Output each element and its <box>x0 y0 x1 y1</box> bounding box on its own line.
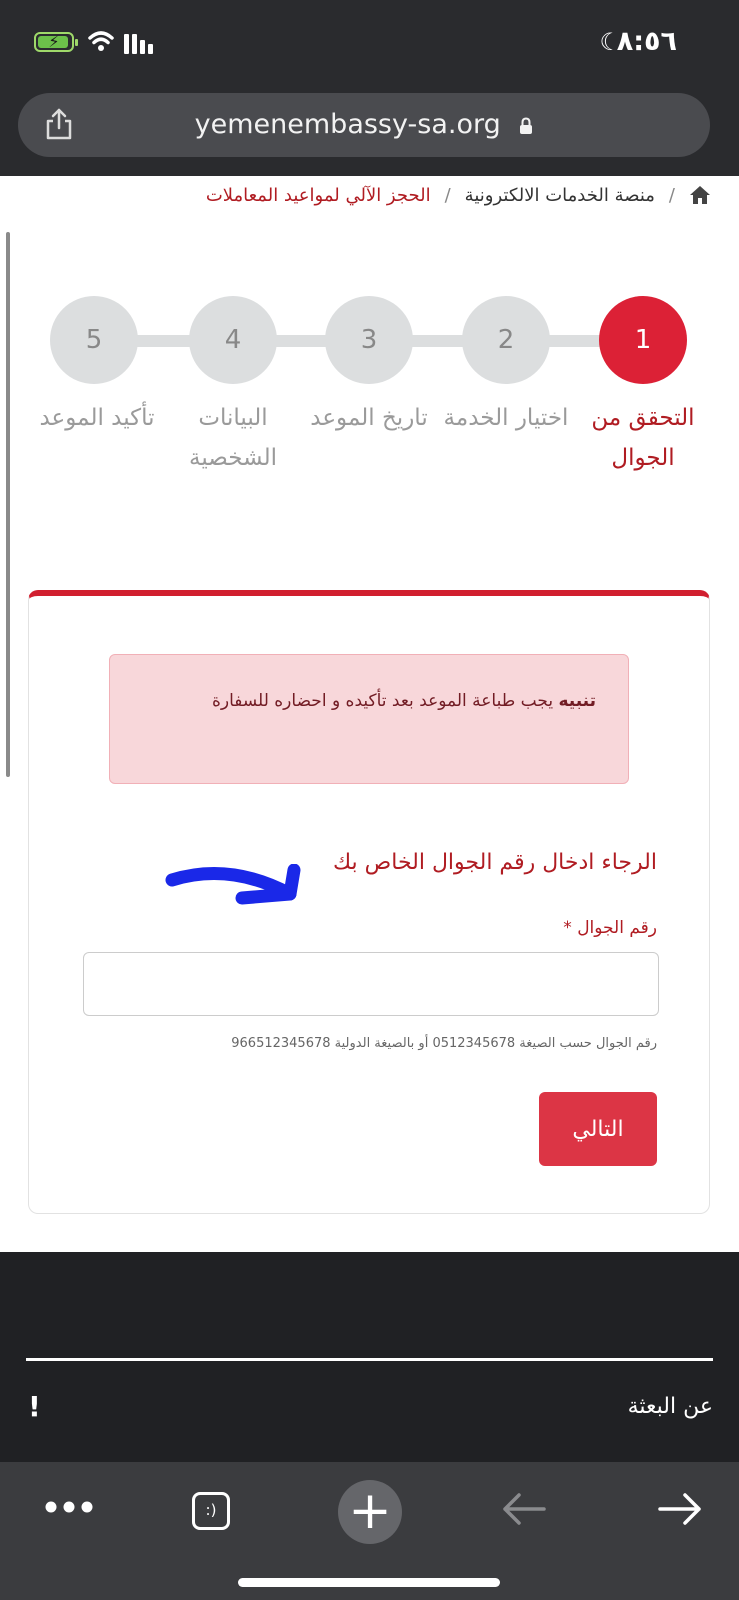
step-3-circle: 3 <box>325 296 413 384</box>
breadcrumb-separator: / <box>444 184 451 206</box>
home-indicator[interactable] <box>238 1578 500 1587</box>
more-icon[interactable] <box>44 1500 94 1514</box>
browser-toolbar: :) + <box>0 1462 739 1600</box>
alert-box: تنبيه يجب طباعة الموعد بعد تأكيده و احضا… <box>109 654 629 784</box>
scrollbar[interactable] <box>6 232 10 777</box>
url-text: yemenembassy-sa.org <box>194 109 501 140</box>
step-1-label: التحقق من الجوال <box>591 405 695 471</box>
forward-arrow-icon[interactable] <box>656 1492 704 1526</box>
browser-url-area: yemenembassy-sa.org <box>0 86 739 176</box>
breadcrumb-item-eservices[interactable]: منصة الخدمات الالكترونية <box>465 185 655 206</box>
status-bar: ⚡ ☾ ٨:٥٦ <box>0 0 739 86</box>
address-bar[interactable]: yemenembassy-sa.org <box>18 93 710 157</box>
step-3-label: تاريخ الموعد <box>310 405 428 431</box>
new-tab-icon[interactable]: + <box>338 1480 402 1544</box>
verification-card: تنبيه يجب طباعة الموعد بعد تأكيده و احضا… <box>28 590 710 1214</box>
footer-about-link[interactable]: عن البعثة <box>628 1394 713 1419</box>
breadcrumb: / منصة الخدمات الالكترونية / الحجز الآلي… <box>206 178 711 212</box>
battery-icon: ⚡ <box>34 32 78 52</box>
step-5-circle: 5 <box>50 296 138 384</box>
step-5-label: تأكيد الموعد <box>39 405 155 431</box>
step-2-label: اختيار الخدمة <box>443 405 569 431</box>
form-heading: الرجاء ادخال رقم الجوال الخاص بك <box>332 850 657 875</box>
step-4-label: البيانات الشخصية <box>189 405 277 471</box>
next-button[interactable]: التالي <box>539 1092 657 1166</box>
step-1-circle: 1 <box>599 296 687 384</box>
wifi-icon <box>88 31 114 51</box>
step-4-circle: 4 <box>189 296 277 384</box>
annotation-arrow-icon <box>165 864 301 905</box>
step-2-circle: 2 <box>462 296 550 384</box>
lock-icon <box>520 116 533 134</box>
site-footer: ! عن البعثة <box>0 1252 739 1462</box>
phone-hint: رقم الجوال حسب الصيغة 0512345678 أو بالص… <box>231 1036 657 1051</box>
breadcrumb-current: الحجز الآلي لمواعيد المعاملات <box>205 184 431 206</box>
alert-icon[interactable]: ! <box>28 1390 41 1423</box>
tabs-icon[interactable]: :) <box>192 1492 230 1530</box>
home-icon[interactable] <box>689 185 711 205</box>
alert-title: تنبيه <box>558 691 596 711</box>
back-arrow-icon[interactable] <box>500 1492 548 1526</box>
breadcrumb-separator: / <box>668 184 675 206</box>
alert-text: يجب طباعة الموعد بعد تأكيده و احضاره للس… <box>212 691 554 711</box>
footer-divider <box>26 1358 713 1361</box>
clock: ٨:٥٦ <box>616 26 677 57</box>
phone-label: رقم الجوال * <box>563 918 657 938</box>
phone-input[interactable] <box>83 952 659 1016</box>
signal-icon <box>124 34 160 54</box>
